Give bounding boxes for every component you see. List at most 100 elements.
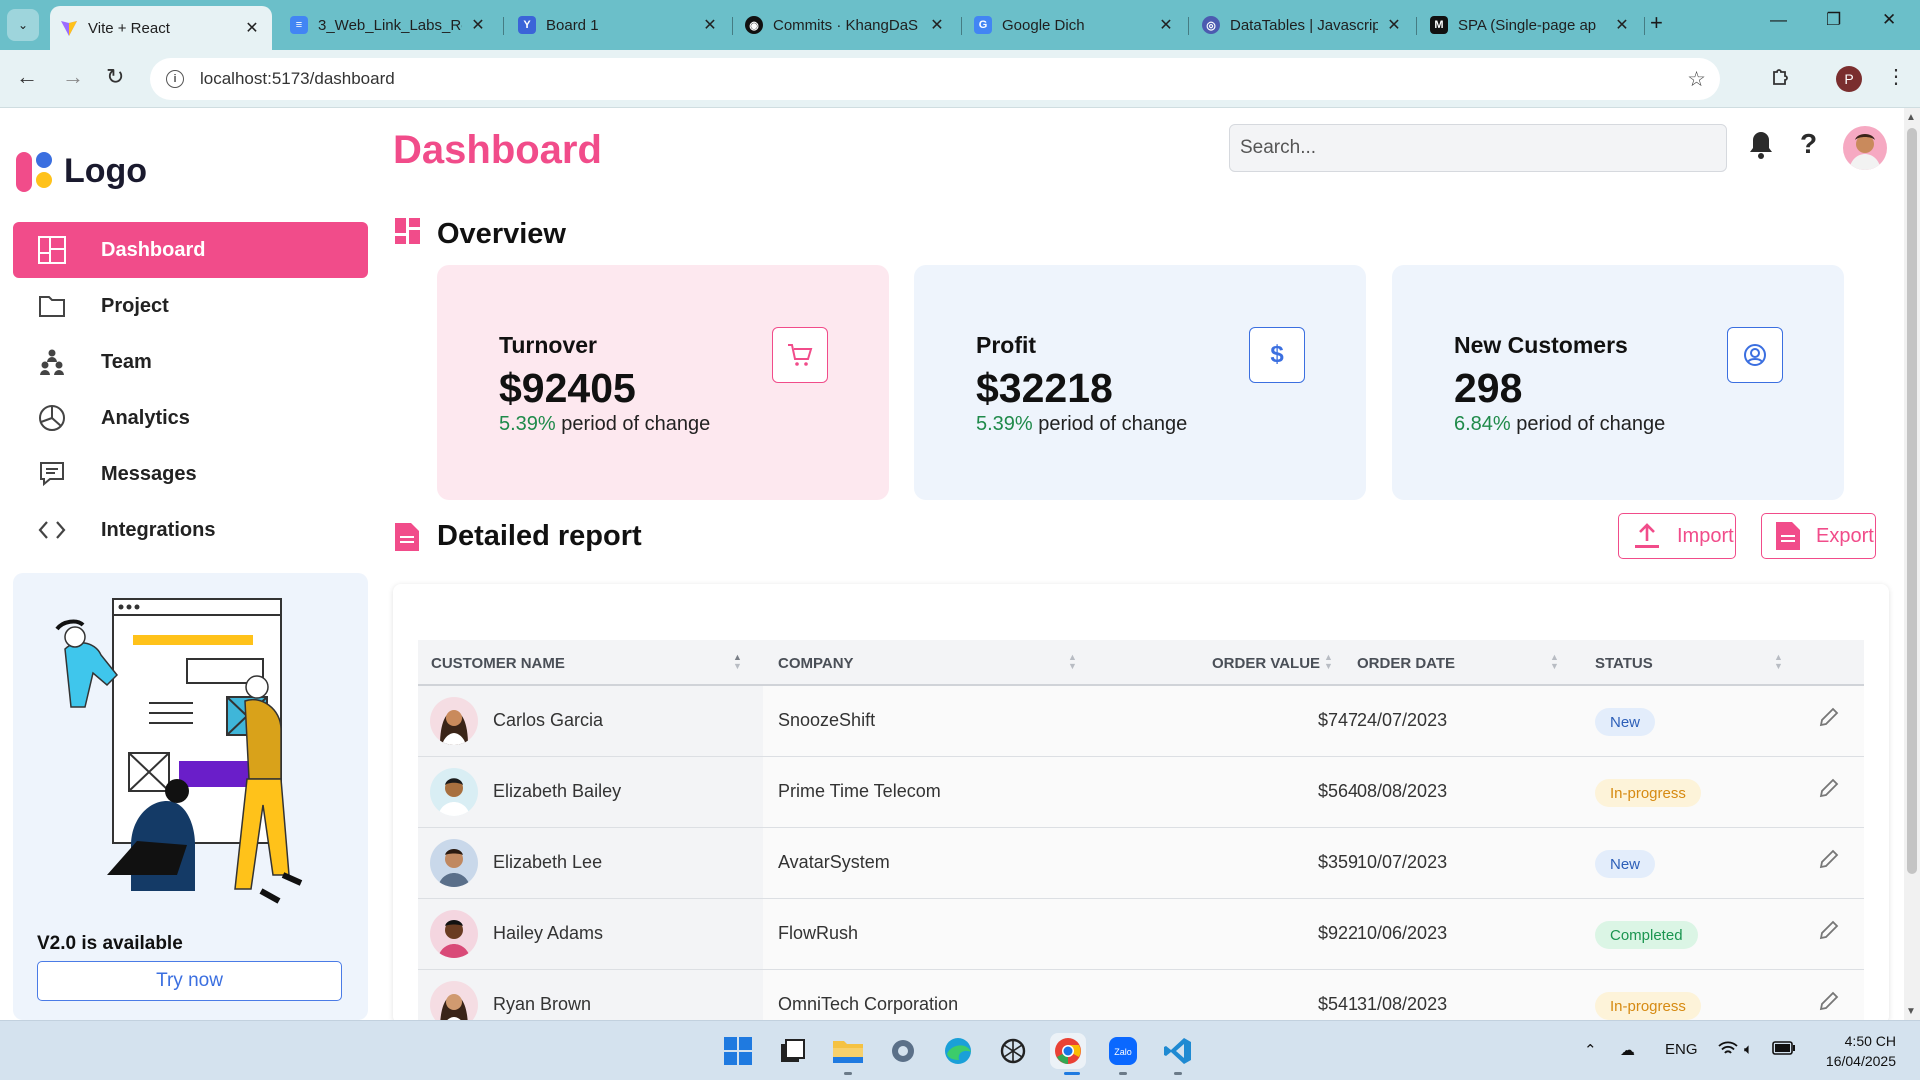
tab-search-button[interactable]: ⌄ (7, 9, 39, 41)
browser-tab[interactable]: ≡ 3_Web_Link_Labs_Re ✕ (280, 6, 498, 44)
company-name: Prime Time Telecom (778, 781, 941, 801)
language-indicator[interactable]: ENG (1665, 1041, 1698, 1058)
browser-tab[interactable]: Y Board 1 ✕ (508, 6, 730, 44)
stat-label: Profit (976, 332, 1037, 358)
company-name: FlowRush (778, 923, 859, 943)
table-row[interactable]: Hailey Adams FlowRush $922 10/06/2023 Co… (418, 899, 1864, 970)
bookmark-star-icon[interactable]: ☆ (1687, 67, 1706, 92)
scrollbar-thumb[interactable] (1907, 128, 1917, 874)
browser-tab[interactable]: Vite + React ✕ (50, 6, 272, 50)
edit-pencil-icon[interactable] (1818, 990, 1840, 1017)
wifi-icon[interactable] (1718, 1041, 1738, 1061)
tab-close-icon[interactable]: ✕ (1384, 15, 1404, 35)
forward-arrow-icon[interactable]: → (62, 64, 84, 90)
site-info-icon[interactable]: i (166, 70, 184, 88)
chrome-icon[interactable] (1050, 1033, 1086, 1069)
export-button[interactable]: Export (1761, 513, 1876, 559)
bell-icon[interactable] (1748, 130, 1774, 165)
show-hidden-icons-chevron-icon[interactable]: ⌃ (1584, 1041, 1597, 1059)
vscode-icon[interactable] (1160, 1033, 1196, 1069)
sort-icon[interactable]: ▲ ▼ (1774, 653, 1783, 671)
user-circle-icon[interactable] (1727, 327, 1783, 383)
file-explorer-icon[interactable] (830, 1033, 866, 1069)
user-avatar[interactable] (1843, 126, 1887, 170)
report-icon (395, 523, 419, 556)
try-now-button[interactable]: Try now (37, 961, 342, 1001)
extensions-icon[interactable] (1770, 64, 1792, 92)
sidebar-item-project[interactable]: Project (13, 278, 368, 334)
logo[interactable]: Logo (14, 150, 147, 192)
task-view-icon[interactable] (775, 1033, 811, 1069)
back-arrow-icon[interactable]: ← (16, 64, 38, 90)
restore-button[interactable]: ❐ (1826, 10, 1841, 30)
scroll-down-arrow-icon[interactable]: ▼ (1906, 1006, 1916, 1017)
sidebar-item-team[interactable]: Team (13, 334, 368, 390)
tab-close-icon[interactable]: ✕ (700, 15, 720, 35)
sort-icon[interactable]: ▲ ▼ (1068, 653, 1077, 671)
sort-icon[interactable]: ▲ ▼ (1324, 653, 1333, 671)
new-tab-button[interactable]: + (1650, 10, 1663, 36)
search-input[interactable] (1229, 124, 1727, 172)
column-header-order-value[interactable]: ORDER VALUE (1212, 640, 1320, 686)
column-header-order-date[interactable]: ORDER DATE (1357, 640, 1455, 686)
table-row[interactable]: Elizabeth Lee AvatarSystem $359 10/07/20… (418, 828, 1864, 899)
tab-separator (1188, 17, 1189, 35)
customer-avatar (430, 697, 478, 745)
tab-close-icon[interactable]: ✕ (927, 15, 947, 35)
edit-pencil-icon[interactable] (1818, 706, 1840, 733)
table-row[interactable]: Carlos Garcia SnoozeShift $747 24/07/202… (418, 686, 1864, 757)
datatables-icon: ◎ (1202, 16, 1220, 34)
browser-tab[interactable]: ◉ Commits · KhangDaS ✕ (735, 6, 957, 44)
column-header-status[interactable]: STATUS (1595, 640, 1653, 686)
sidebar-nav: Dashboard Project Team Analytics Message… (13, 222, 368, 558)
sidebar-item-dashboard[interactable]: Dashboard (13, 222, 368, 278)
tab-close-icon[interactable]: ✕ (1156, 15, 1176, 35)
browser-tab[interactable]: M SPA (Single-page ap ✕ (1420, 6, 1642, 44)
edit-pencil-icon[interactable] (1818, 777, 1840, 804)
google-docs-icon: ≡ (290, 16, 308, 34)
column-header-company[interactable]: COMPANY (778, 640, 854, 686)
cloud-offline-icon[interactable]: ☁ (1620, 1041, 1635, 1059)
sort-icon[interactable]: ▲ ▼ (733, 653, 742, 671)
browser-tab[interactable]: ◎ DataTables | Javascrip ✕ (1192, 6, 1414, 44)
stat-change-percent: 5.39% (499, 413, 556, 435)
reload-icon[interactable]: ↻ (106, 64, 124, 90)
table-row[interactable]: Elizabeth Bailey Prime Time Telecom $564… (418, 757, 1864, 828)
edit-pencil-icon[interactable] (1818, 919, 1840, 946)
help-icon[interactable]: ? (1800, 128, 1817, 160)
cart-icon[interactable] (772, 327, 828, 383)
tab-close-icon[interactable]: ✕ (1612, 15, 1632, 35)
close-window-button[interactable]: ✕ (1882, 10, 1896, 30)
system-clock[interactable]: 4:50 CH 16/04/2025 (1818, 1031, 1896, 1071)
tab-close-icon[interactable]: ✕ (468, 15, 488, 35)
dollar-icon[interactable]: $ (1249, 327, 1305, 383)
minimize-button[interactable]: — (1770, 10, 1787, 30)
order-date: 10/07/2023 (1357, 852, 1448, 872)
status-badge: New (1595, 708, 1656, 736)
edge-browser-icon[interactable] (940, 1033, 976, 1069)
more-menu-icon[interactable]: ⋮ (1886, 64, 1906, 89)
address-bar[interactable]: i localhost:5173/dashboard ☆ (150, 58, 1720, 100)
tab-close-icon[interactable]: ✕ (242, 18, 262, 38)
zalo-icon[interactable]: Zalo (1105, 1033, 1141, 1069)
volume-icon[interactable]: 🔈︎ (1744, 1041, 1753, 1058)
sidebar-item-integrations[interactable]: Integrations (13, 502, 368, 558)
company-name: OmniTech Corporation (778, 994, 959, 1014)
chatgpt-icon[interactable] (995, 1033, 1031, 1069)
customer-name: Hailey Adams (493, 923, 604, 943)
sidebar-item-analytics[interactable]: Analytics (13, 390, 368, 446)
sort-icon[interactable]: ▲ ▼ (1550, 653, 1559, 671)
clock-time: 4:50 CH (1844, 1033, 1896, 1049)
edit-pencil-icon[interactable] (1818, 848, 1840, 875)
import-button[interactable]: Import (1618, 513, 1736, 559)
settings-gear-icon[interactable] (885, 1033, 921, 1069)
browser-tab[interactable]: G Google Dich ✕ (964, 6, 1186, 44)
column-header-customer-name[interactable]: CUSTOMER NAME (431, 640, 565, 686)
scroll-up-arrow-icon[interactable]: ▲ (1906, 112, 1916, 123)
sidebar-item-messages[interactable]: Messages (13, 446, 368, 502)
profile-avatar[interactable]: P (1836, 66, 1862, 92)
battery-icon[interactable] (1772, 1041, 1796, 1059)
status-badge: In-progress (1595, 992, 1701, 1020)
table-row[interactable]: Ryan Brown OmniTech Corporation $541 31/… (418, 970, 1864, 1024)
windows-start-icon[interactable] (720, 1033, 756, 1069)
